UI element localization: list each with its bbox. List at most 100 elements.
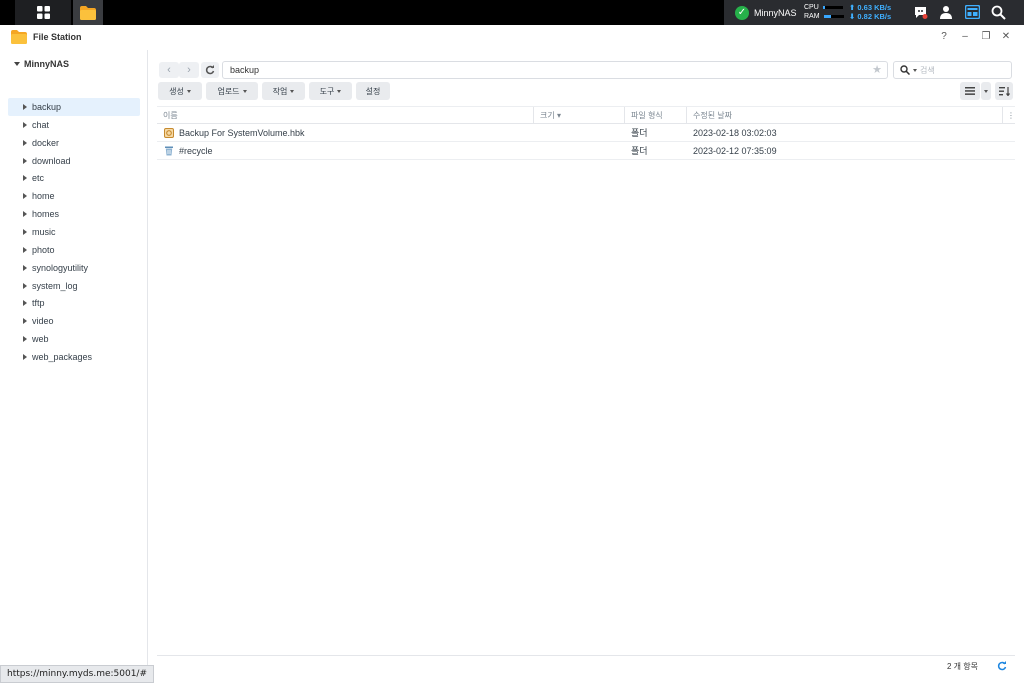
search-icon[interactable]: [990, 4, 1006, 20]
column-modified[interactable]: 수정된 날짜: [687, 107, 1003, 124]
sidebar-item-system-log[interactable]: system_log: [8, 277, 140, 295]
caret-right-icon[interactable]: [23, 104, 27, 110]
sidebar-item-photo[interactable]: photo: [8, 241, 140, 259]
file-modified: 2023-02-18 03:02:03: [693, 128, 777, 138]
forward-button[interactable]: ›: [179, 62, 199, 78]
caret-right-icon[interactable]: [23, 353, 27, 360]
sidebar-item-tftp[interactable]: tftp: [8, 294, 140, 312]
file-station-taskbar-button[interactable]: [73, 0, 103, 25]
back-button[interactable]: ‹: [159, 62, 179, 78]
sidebar-item-etc[interactable]: etc: [8, 169, 140, 187]
chevron-left-icon: ‹: [167, 64, 171, 76]
sidebar-item-music[interactable]: music: [8, 223, 140, 241]
sidebar-item-label: home: [32, 191, 55, 202]
file-type: 폴더: [631, 128, 648, 138]
search-options-caret-icon[interactable]: [913, 68, 917, 72]
sidebar-item-web[interactable]: web: [8, 330, 140, 348]
sidebar-item-label: system_log: [32, 280, 78, 291]
sidebar-item-label: music: [32, 226, 56, 237]
view-mode-dropdown[interactable]: [981, 82, 991, 100]
tree-root-label: MinnyNAS: [24, 59, 69, 69]
view-mode-button[interactable]: [960, 82, 980, 100]
sidebar-item-label: etc: [32, 173, 45, 184]
sidebar-item-homes[interactable]: homes: [8, 205, 140, 223]
caret-right-icon[interactable]: [23, 264, 27, 271]
table-row[interactable]: Backup For SystemVolume.hbk 폴더 2023-02-1…: [157, 124, 1015, 142]
minimize-button[interactable]: –: [959, 31, 971, 43]
item-count: 2 개 항목: [947, 662, 978, 671]
caret-right-icon[interactable]: [23, 175, 27, 182]
refresh-button[interactable]: [201, 62, 219, 78]
resource-monitor[interactable]: CPU RAM: [804, 3, 844, 21]
column-size[interactable]: 크기 ▾: [534, 107, 625, 124]
caret-right-icon[interactable]: [23, 318, 27, 325]
path-bar[interactable]: backup ★: [222, 61, 888, 79]
upload-button[interactable]: 업로드: [206, 82, 258, 100]
search-icon: [900, 65, 910, 75]
column-size-label: 크기: [540, 111, 555, 120]
file-name: Backup For SystemVolume.hbk: [179, 128, 305, 138]
restore-button[interactable]: ❐: [980, 31, 992, 43]
taskbar: ✓ MinnyNAS CPU RAM ⬆ 0.63 KB/s ⬇ 0.82 KB…: [0, 0, 1024, 25]
sidebar-item-backup[interactable]: backup: [8, 98, 140, 116]
sidebar-item-download[interactable]: download: [8, 152, 140, 170]
sidebar-item-video[interactable]: video: [8, 312, 140, 330]
caret-down-icon: [242, 89, 247, 93]
caret-right-icon[interactable]: [23, 139, 27, 146]
caret-right-icon[interactable]: [23, 228, 27, 235]
sidebar-item-label: docker: [32, 137, 60, 148]
sidebar-item-label: web_packages: [32, 351, 93, 362]
column-name[interactable]: 이름: [157, 107, 534, 124]
nas-name: MinnyNAS: [754, 7, 797, 18]
caret-right-icon[interactable]: [23, 336, 27, 343]
caret-right-icon[interactable]: [23, 300, 27, 307]
sidebar-item-chat[interactable]: chat: [8, 116, 140, 134]
column-type[interactable]: 파일 형식: [625, 107, 687, 124]
caret-down-icon: [337, 89, 342, 93]
create-button[interactable]: 생성: [158, 82, 202, 100]
file-name: #recycle: [179, 146, 213, 156]
caret-right-icon[interactable]: [23, 121, 27, 128]
caret-right-icon[interactable]: [23, 282, 27, 289]
file-modified: 2023-02-12 07:35:09: [693, 146, 777, 156]
sidebar-item-home[interactable]: home: [8, 187, 140, 205]
sidebar-item-synologyutility[interactable]: synologyutility: [8, 259, 140, 277]
help-button[interactable]: ?: [938, 31, 950, 43]
refresh-icon: [205, 65, 215, 75]
sort-button[interactable]: [995, 82, 1013, 100]
sidebar-item-web-packages[interactable]: web_packages: [8, 348, 140, 366]
settings-label: 설정: [365, 86, 381, 96]
nas-status[interactable]: ✓ MinnyNAS: [735, 0, 797, 25]
sidebar-item-label: chat: [32, 119, 50, 130]
window-titlebar[interactable]: File Station ? – ❐ ✕: [0, 25, 1024, 50]
action-button[interactable]: 작업: [262, 82, 305, 100]
tree-root[interactable]: MinnyNAS: [14, 59, 69, 69]
main-menu-button[interactable]: [15, 0, 71, 25]
upload-rate: 0.63 KB/s: [857, 3, 892, 12]
caret-right-icon[interactable]: [23, 246, 27, 253]
create-label: 생성: [169, 86, 184, 96]
column-options-icon[interactable]: ⋮: [1003, 107, 1015, 124]
caret-right-icon[interactable]: [23, 157, 27, 164]
settings-button[interactable]: 설정: [356, 82, 390, 100]
notification-icon[interactable]: [912, 4, 928, 20]
list-view-icon: [965, 87, 975, 95]
close-button[interactable]: ✕: [1000, 31, 1012, 43]
folder-icon: [80, 5, 96, 20]
tools-button[interactable]: 도구: [309, 82, 352, 100]
widgets-icon[interactable]: [964, 4, 980, 20]
tools-label: 도구: [319, 86, 335, 96]
cpu-bar: [822, 6, 843, 9]
refresh-icon[interactable]: [997, 661, 1007, 671]
search-input[interactable]: [920, 65, 990, 75]
caret-right-icon[interactable]: [23, 193, 27, 200]
star-icon[interactable]: ★: [872, 62, 882, 78]
table-row[interactable]: #recycle 폴더 2023-02-12 07:35:09: [157, 142, 1015, 160]
upload-arrow-icon: ⬆: [849, 3, 856, 12]
file-station-icon: [11, 30, 27, 44]
caret-right-icon[interactable]: [23, 211, 27, 218]
column-name-label: 이름: [163, 111, 178, 120]
sidebar-item-docker[interactable]: docker: [8, 134, 140, 152]
user-icon[interactable]: [938, 4, 954, 20]
search-box[interactable]: [893, 61, 1012, 79]
